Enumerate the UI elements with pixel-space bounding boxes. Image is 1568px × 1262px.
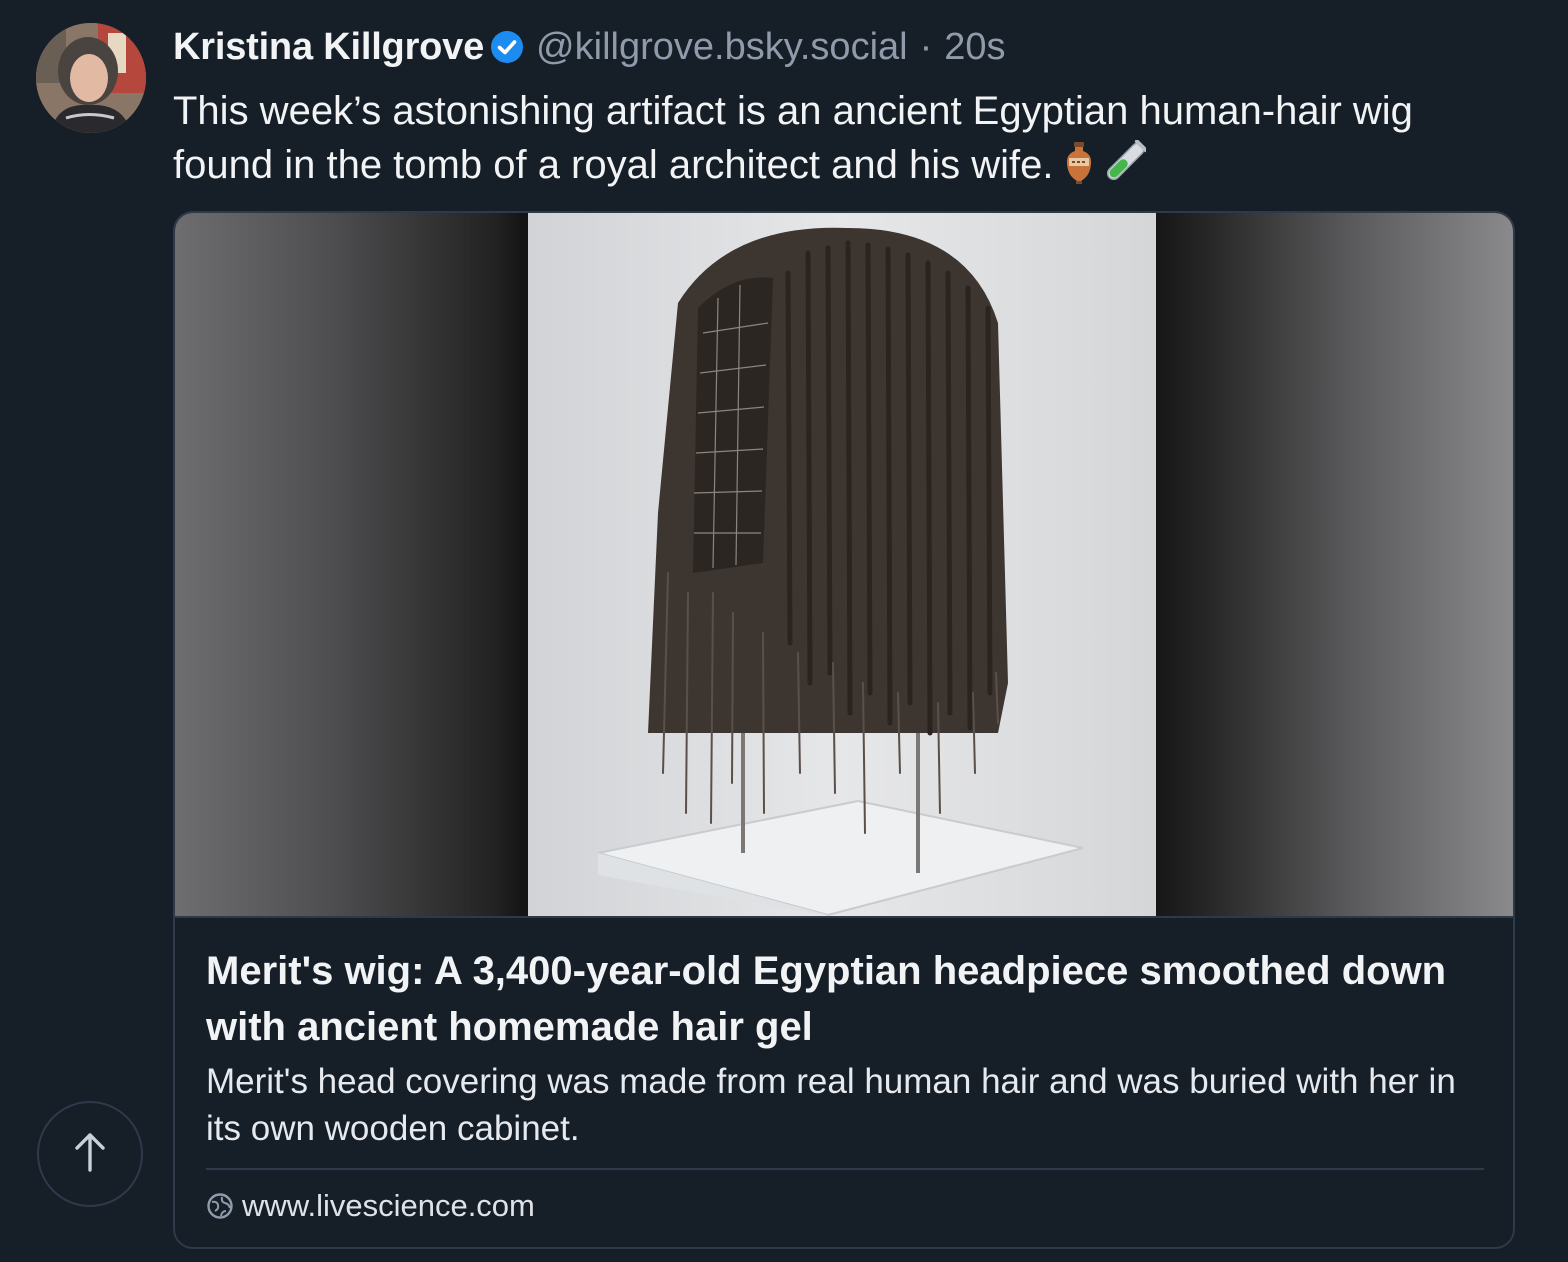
post-timestamp[interactable]: 20s	[944, 26, 1005, 69]
image-blur-right	[1153, 213, 1513, 916]
author-handle[interactable]: @killgrove.bsky.social	[536, 26, 908, 69]
author-name[interactable]: Kristina Killgrove	[173, 26, 484, 69]
link-card[interactable]: Merit's wig: A 3,400-year-old Egyptian h…	[173, 211, 1515, 1249]
test-tube-icon	[1104, 139, 1148, 198]
link-card-title: Merit's wig: A 3,400-year-old Egyptian h…	[206, 949, 1447, 1049]
author-avatar[interactable]	[36, 23, 146, 133]
meta-separator: ·	[919, 25, 933, 68]
amphora-icon	[1064, 140, 1094, 198]
post: Kristina Killgrove @killgrove.bsky.socia…	[0, 0, 1568, 1262]
link-card-description: Merit's head covering was made from real…	[206, 1062, 1456, 1148]
card-image-divider	[175, 916, 1513, 918]
link-card-domain-text: www.livescience.com	[242, 1188, 535, 1223]
link-card-domain: www.livescience.com	[206, 1188, 535, 1224]
verified-badge-icon	[490, 30, 524, 64]
post-body: This week’s astonishing artifact is an a…	[173, 84, 1513, 198]
scroll-to-top-button[interactable]	[37, 1101, 143, 1207]
post-text: This week’s astonishing artifact is an a…	[173, 89, 1413, 187]
wig-photo	[528, 213, 1156, 916]
link-card-rule	[206, 1168, 1484, 1170]
globe-icon	[206, 1192, 234, 1220]
link-card-image	[175, 213, 1513, 916]
arrow-up-icon	[70, 1130, 110, 1179]
post-header: Kristina Killgrove @killgrove.bsky.socia…	[173, 24, 1006, 70]
